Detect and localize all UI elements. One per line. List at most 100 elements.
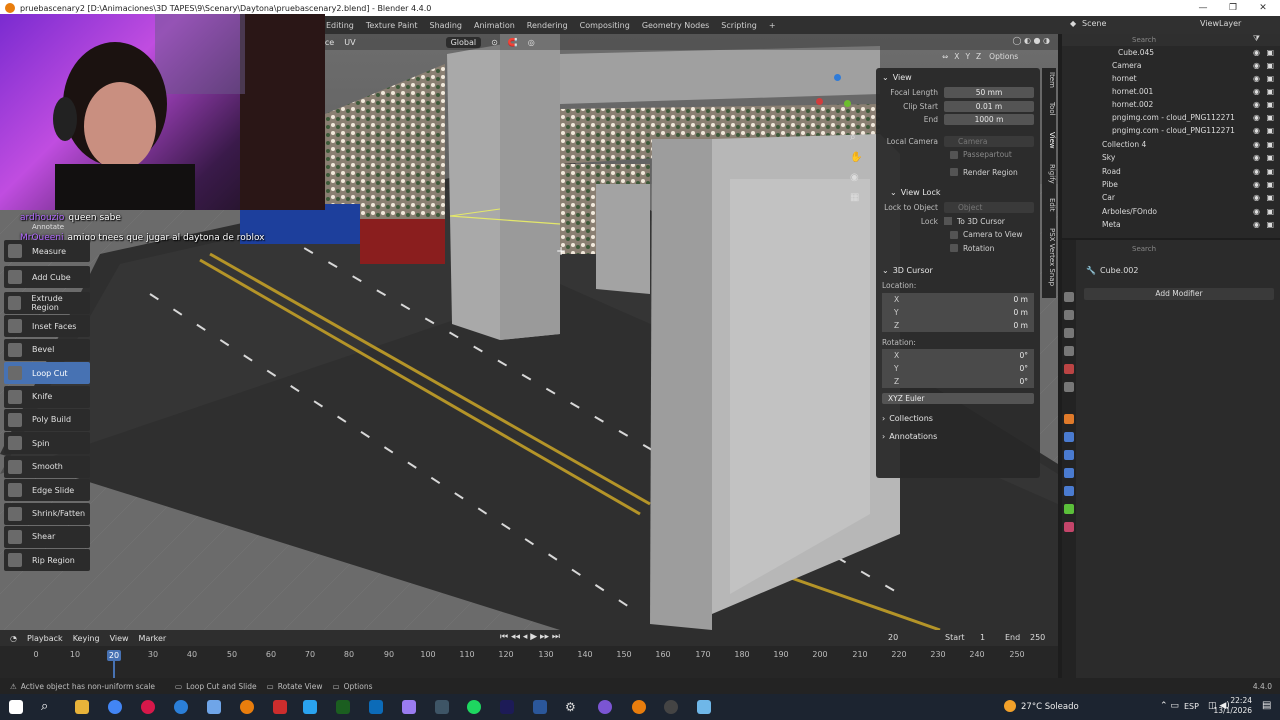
blender-taskbar-icon[interactable] bbox=[240, 700, 254, 714]
minimize-icon[interactable]: — bbox=[1188, 0, 1218, 16]
eye-icon[interactable]: ◉ bbox=[1253, 140, 1260, 149]
tray-icons[interactable]: ⌃ ▭ bbox=[1160, 701, 1179, 711]
after-effects-icon[interactable] bbox=[500, 700, 514, 714]
tab-tool[interactable]: Tool bbox=[1042, 102, 1056, 116]
panel-view-header[interactable]: ⌄ View bbox=[876, 68, 1040, 86]
mirror-toggle-icon[interactable]: ⇔ bbox=[942, 52, 948, 64]
render-camera-icon[interactable]: ▣ bbox=[1266, 74, 1274, 83]
render-camera-icon[interactable]: ▣ bbox=[1266, 100, 1274, 109]
render-camera-icon[interactable]: ▣ bbox=[1266, 126, 1274, 135]
app-icon[interactable] bbox=[402, 700, 416, 714]
eye-icon[interactable]: ◉ bbox=[1253, 61, 1260, 70]
add-modifier-button[interactable]: Add Modifier bbox=[1084, 288, 1274, 300]
eye-icon[interactable]: ◉ bbox=[1253, 220, 1260, 229]
eye-icon[interactable]: ◉ bbox=[1253, 207, 1260, 216]
eye-icon[interactable]: ◉ bbox=[1253, 48, 1260, 57]
constraints-props-icon[interactable] bbox=[1064, 486, 1074, 496]
tab-psx-vertex-snap[interactable]: PSX Vertex Snap bbox=[1042, 228, 1056, 286]
notifications-icon[interactable]: ▤ bbox=[1262, 700, 1271, 711]
cursor-rotation-z[interactable]: Z 0° bbox=[882, 375, 1034, 388]
tab-editing[interactable]: Editing bbox=[320, 21, 360, 30]
output-props-icon[interactable] bbox=[1064, 328, 1074, 338]
zoom-icon[interactable]: ⌕ bbox=[850, 132, 856, 143]
eye-icon[interactable]: ◉ bbox=[1253, 153, 1260, 162]
scene-props-icon[interactable] bbox=[1064, 364, 1074, 374]
tool-add-cube[interactable]: Add Cube bbox=[4, 266, 90, 288]
outliner-row[interactable]: hornet.002 ◉ ▣ bbox=[1062, 98, 1280, 111]
snap-icon[interactable]: 🧲 bbox=[508, 38, 518, 47]
render-camera-icon[interactable]: ▣ bbox=[1266, 87, 1274, 96]
object-name-field[interactable]: Cube.002 bbox=[1100, 266, 1138, 275]
gizmo-z-icon[interactable] bbox=[834, 74, 841, 81]
panel-3d-cursor-header[interactable]: ⌄ 3D Cursor bbox=[876, 261, 1040, 279]
search-icon[interactable]: ⌕ bbox=[41, 700, 55, 714]
tool-bevel[interactable]: Bevel bbox=[4, 338, 90, 361]
eye-icon[interactable]: ◉ bbox=[1253, 87, 1260, 96]
scene-name[interactable]: Scene bbox=[1082, 19, 1106, 28]
menu-uv[interactable]: UV bbox=[344, 38, 355, 47]
app-icon[interactable] bbox=[697, 700, 711, 714]
chrome-icon[interactable] bbox=[108, 700, 122, 714]
end-field[interactable]: 250 bbox=[1030, 633, 1045, 642]
render-camera-icon[interactable]: ▣ bbox=[1266, 153, 1274, 162]
tab-scripting[interactable]: Scripting bbox=[715, 21, 763, 30]
outliner-row[interactable]: pngimg.com - cloud_PNG112271 ◉ ▣ bbox=[1062, 124, 1280, 137]
pan-hand-icon[interactable]: ✋ bbox=[850, 152, 862, 163]
app-icon[interactable] bbox=[207, 700, 221, 714]
tab-rigify[interactable]: Rigify bbox=[1042, 164, 1056, 184]
menu-keying[interactable]: Keying bbox=[73, 634, 100, 643]
view-layer-name[interactable]: ViewLayer bbox=[1200, 19, 1241, 28]
tool-edge-slide[interactable]: Edge Slide bbox=[4, 479, 90, 502]
tab-rendering[interactable]: Rendering bbox=[521, 21, 574, 30]
cursor-rotation-x[interactable]: X 0° bbox=[882, 349, 1034, 362]
tab-geometry-nodes[interactable]: Geometry Nodes bbox=[636, 21, 715, 30]
camera-to-view-checkbox[interactable]: Camera to View bbox=[876, 228, 1040, 242]
outliner-row[interactable]: Collection 4 ◉ ▣ bbox=[1062, 138, 1280, 151]
gizmo-x-icon[interactable] bbox=[816, 98, 823, 105]
passepartout-checkbox[interactable]: Passepartout bbox=[876, 148, 1040, 162]
object-props-icon[interactable] bbox=[1064, 414, 1074, 424]
panel-annotations-header[interactable]: › Annotations bbox=[876, 428, 1040, 446]
tool-shear[interactable]: Shear bbox=[4, 525, 90, 548]
particles-props-icon[interactable] bbox=[1064, 450, 1074, 460]
tool-smooth[interactable]: Smooth bbox=[4, 455, 90, 478]
navigation-gizmo[interactable] bbox=[812, 72, 852, 112]
edge-icon[interactable] bbox=[174, 700, 188, 714]
shading-modes[interactable]: ◯ ◐ ● ◑ bbox=[1012, 36, 1050, 45]
tab-compositing[interactable]: Compositing bbox=[574, 21, 636, 30]
outliner-row[interactable]: hornet.001 ◉ ▣ bbox=[1062, 85, 1280, 98]
settings-gear-icon[interactable]: ⚙ bbox=[565, 700, 579, 714]
outliner-search[interactable]: Search bbox=[1132, 36, 1156, 44]
file-explorer-icon[interactable] bbox=[75, 700, 89, 714]
render-props-icon[interactable] bbox=[1064, 310, 1074, 320]
lock-object-field[interactable]: Object bbox=[944, 202, 1034, 214]
render-camera-icon[interactable]: ▣ bbox=[1266, 207, 1274, 216]
menu-view[interactable]: View bbox=[110, 634, 129, 643]
eye-icon[interactable]: ◉ bbox=[1253, 126, 1260, 135]
axis-z-toggle[interactable]: Z bbox=[976, 52, 981, 64]
scene-icon[interactable]: ◆ bbox=[1070, 19, 1076, 28]
app-icon[interactable] bbox=[273, 700, 287, 714]
close-icon[interactable]: ✕ bbox=[1248, 0, 1278, 16]
app-icon[interactable] bbox=[435, 700, 449, 714]
outliner-row[interactable]: Meta ◉ ▣ bbox=[1062, 218, 1280, 231]
tool-rip-region[interactable]: Rip Region bbox=[4, 549, 90, 572]
menu-marker[interactable]: Marker bbox=[139, 634, 167, 643]
options-button[interactable]: Options bbox=[989, 52, 1018, 64]
ortho-grid-icon[interactable]: ▦ bbox=[850, 192, 859, 203]
tool-annotate[interactable]: Annotate bbox=[4, 222, 90, 232]
weather-text[interactable]: 27°C Soleado bbox=[1021, 702, 1079, 712]
eye-icon[interactable]: ◉ bbox=[1253, 167, 1260, 176]
cursor-location-z[interactable]: Z0 m bbox=[882, 318, 1034, 332]
playhead[interactable]: 20 bbox=[107, 650, 121, 661]
eye-icon[interactable]: ◉ bbox=[1253, 113, 1260, 122]
tool-extrude-region[interactable]: Extrude Region bbox=[4, 292, 90, 314]
tool-shrink-fatten[interactable]: Shrink/Fatten bbox=[4, 502, 90, 525]
data-props-icon[interactable] bbox=[1064, 504, 1074, 514]
clip-end-field[interactable]: 1000 m bbox=[944, 114, 1034, 126]
discord-icon[interactable] bbox=[598, 700, 612, 714]
render-camera-icon[interactable]: ▣ bbox=[1266, 220, 1274, 229]
tab-item[interactable]: Item bbox=[1042, 72, 1056, 88]
word-icon[interactable] bbox=[533, 700, 547, 714]
tab-texture-paint[interactable]: Texture Paint bbox=[360, 21, 424, 30]
